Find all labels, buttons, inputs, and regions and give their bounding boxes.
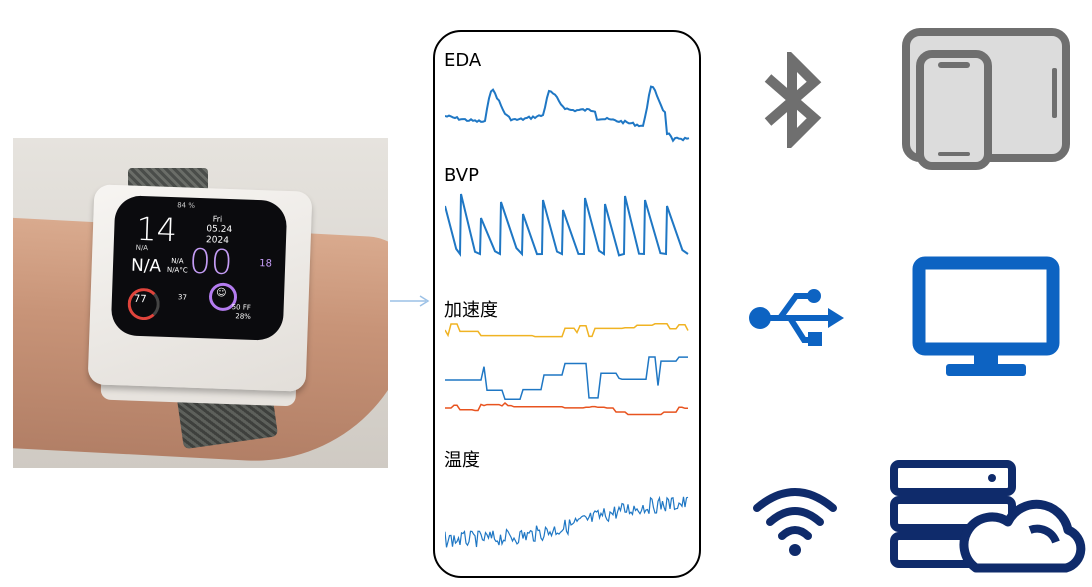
- tablet-phone-icon: [902, 28, 1070, 170]
- seconds-text: 18: [258, 258, 273, 270]
- minutes-text: 00: [188, 241, 234, 284]
- temp-signal-line: [445, 495, 689, 548]
- temp-text: 50 FF: [231, 303, 251, 312]
- acc-signal-line-yellow: [445, 323, 689, 338]
- usb-icon: [749, 289, 844, 346]
- small-na-temp-text: N/A°C: [166, 265, 188, 275]
- acc-label: 加速度: [444, 300, 498, 321]
- date-text: 05.24: [206, 224, 233, 236]
- bvp-signal-line: [445, 193, 689, 257]
- heart-text: 77: [133, 293, 147, 306]
- wifi-icon: [753, 488, 837, 556]
- eda-signal-line: [445, 85, 690, 143]
- eda-label: EDA: [444, 50, 482, 71]
- smiley-icon: ☺: [215, 287, 227, 299]
- acc-signal-line-blue: [445, 356, 688, 401]
- steps-text: 37: [177, 293, 188, 302]
- battery-text: 84 %: [177, 201, 196, 210]
- monitor-icon: [912, 256, 1060, 376]
- bvp-signal-plot: [445, 193, 689, 257]
- small-na-text: N/A: [171, 257, 184, 266]
- cloud-server-icon: [890, 460, 1086, 573]
- bluetooth-icon: [764, 52, 822, 148]
- acc-signal-line-red: [445, 401, 688, 416]
- signal-panel: EDA BVP 加速度 温度: [433, 30, 701, 578]
- bvp-label: BVP: [444, 165, 479, 186]
- day-text: Fri: [212, 214, 223, 224]
- temp-signal-plot: [445, 495, 689, 548]
- percent-text: 28%: [235, 312, 252, 321]
- location-text: N/A: [135, 243, 149, 253]
- big-na-text: N/A: [130, 255, 162, 277]
- wearable-device-photo: 84 % 14 Fri 05.24 2024 N/A N/A N/A N/A°C…: [13, 138, 388, 468]
- arrow-icon: [390, 295, 430, 307]
- watch-screen: 84 % 14 Fri 05.24 2024 N/A N/A N/A N/A°C…: [110, 195, 288, 341]
- acc-signal-plot: [445, 323, 689, 416]
- eda-signal-plot: [445, 85, 690, 143]
